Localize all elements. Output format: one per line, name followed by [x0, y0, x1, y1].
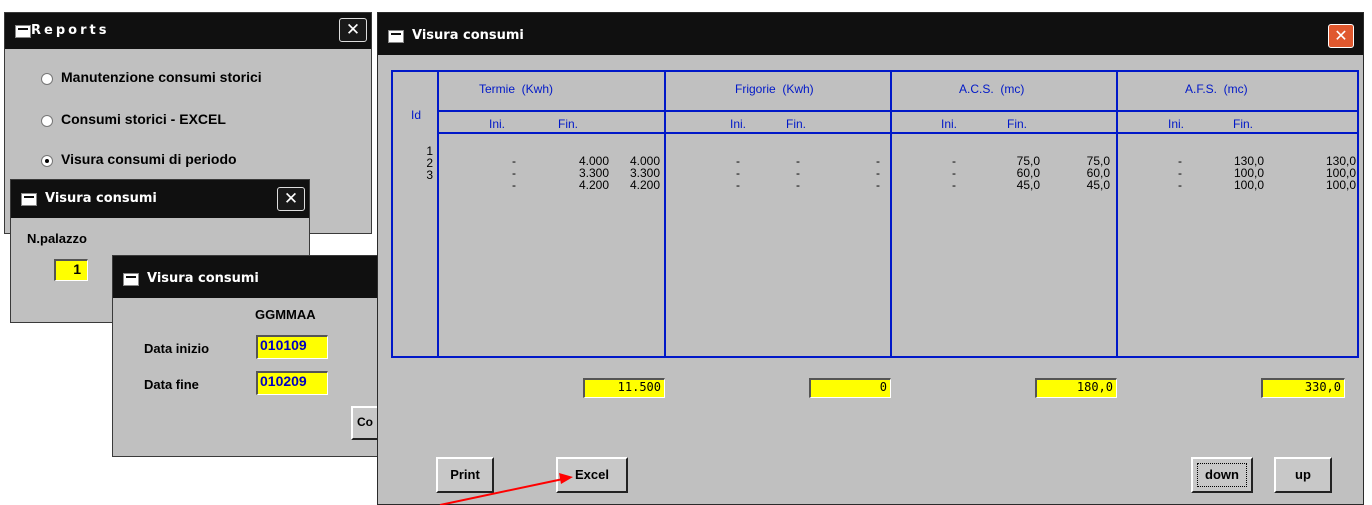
table-cell: - — [1178, 166, 1182, 180]
table-cell: 45,0 — [1016, 178, 1040, 192]
table-cell: - — [796, 166, 800, 180]
reports-title-bar: Reports ✕ — [5, 13, 371, 49]
col-fin: Fin. — [786, 117, 807, 131]
palazzo-input[interactable]: 1 — [54, 259, 88, 281]
radio-consumi-excel[interactable] — [41, 115, 53, 127]
table-cell: 4.200 — [578, 178, 609, 192]
table-cell: - — [512, 154, 516, 168]
close-icon[interactable]: ✕ — [339, 18, 367, 42]
table-cell: - — [952, 166, 956, 180]
radio-visura-periodo[interactable] — [41, 155, 53, 167]
table-cell: - — [512, 178, 516, 192]
main-title: Visura consumi — [412, 28, 524, 43]
total-frigorie: 0 — [809, 378, 891, 398]
grid-line — [439, 132, 1357, 134]
table-cell: - — [876, 178, 880, 192]
down-button[interactable]: down — [1191, 457, 1253, 493]
grid-line — [664, 72, 666, 356]
end-date-input[interactable]: 010209 — [256, 371, 328, 395]
table-cell: - — [952, 178, 956, 192]
table-cell: 4.200 — [629, 178, 660, 192]
grid-line — [439, 110, 1357, 112]
close-icon[interactable]: ✕ — [1328, 24, 1354, 48]
palazzo-title: Visura consumi — [45, 191, 157, 206]
table-cell: 100,0 — [1233, 178, 1264, 192]
reports-title: Reports — [31, 23, 110, 38]
format-label: GGMMAA — [255, 307, 316, 322]
table-cell: - — [1178, 154, 1182, 168]
table-cell: - — [876, 166, 880, 180]
down-button-label: down — [1197, 463, 1247, 487]
table-cell: - — [796, 178, 800, 192]
window-icon — [15, 25, 31, 38]
grid-line — [437, 72, 439, 356]
date-title: Visura consumi — [147, 271, 259, 286]
table-cell: - — [736, 154, 740, 168]
grid-line — [1116, 72, 1118, 356]
start-date-label: Data inizio — [144, 341, 210, 356]
col-ini: Ini. — [730, 117, 747, 131]
col-ini: Ini. — [1168, 117, 1185, 131]
id-header: Id — [411, 108, 422, 122]
table-cell: - — [796, 154, 800, 168]
window-icon — [21, 193, 37, 206]
window-icon — [388, 30, 404, 43]
excel-button[interactable]: Excel — [556, 457, 628, 493]
start-date-input[interactable]: 010109 — [256, 335, 328, 359]
group-header-frigorie: Frigorie (Kwh) — [735, 82, 814, 96]
group-header-afs: A.F.S. (mc) — [1185, 82, 1248, 96]
table-cell: - — [952, 154, 956, 168]
group-header-termie: Termie (Kwh) — [479, 82, 554, 96]
total-acs: 180,0 — [1035, 378, 1117, 398]
up-button[interactable]: up — [1274, 457, 1332, 493]
col-fin: Fin. — [1233, 117, 1254, 131]
total-termie: 11.500 — [583, 378, 665, 398]
col-fin: Fin. — [558, 117, 579, 131]
close-icon[interactable]: ✕ — [277, 187, 305, 211]
table-cell: 100,0 — [1325, 178, 1356, 192]
row-id: 3 — [426, 168, 433, 182]
option-label-visura-periodo[interactable]: Visura consumi di periodo — [61, 151, 237, 167]
col-fin: Fin. — [1007, 117, 1028, 131]
table-cell: - — [512, 166, 516, 180]
table-cell: 45,0 — [1086, 178, 1110, 192]
palazzo-label: N.palazzo — [27, 231, 87, 246]
main-title-bar: Visura consumi ✕ — [378, 13, 1363, 55]
window-icon — [123, 273, 139, 286]
palazzo-title-bar: Visura consumi ✕ — [11, 180, 309, 218]
date-title-bar: Visura consumi — [113, 256, 379, 298]
col-ini: Ini. — [489, 117, 506, 131]
table-cell: - — [736, 166, 740, 180]
radio-manutenzione[interactable] — [41, 73, 53, 85]
group-header-acs: A.C.S. (mc) — [959, 82, 1025, 96]
option-label-consumi-excel[interactable]: Consumi storici - EXCEL — [61, 111, 226, 127]
end-date-label: Data fine — [144, 377, 199, 392]
print-button[interactable]: Print — [436, 457, 494, 493]
consumption-grid: Id Termie (Kwh) Ini. Fin. Frigorie (Kwh)… — [391, 70, 1359, 358]
option-label-manutenzione[interactable]: Manutenzione consumi storici — [61, 69, 262, 85]
table-cell: - — [1178, 178, 1182, 192]
table-cell: - — [736, 178, 740, 192]
total-afs: 330,0 — [1261, 378, 1345, 398]
col-ini: Ini. — [941, 117, 958, 131]
grid-line — [890, 72, 892, 356]
table-cell: - — [876, 154, 880, 168]
date-window: Visura consumi GGMMAA Data inizio 010109… — [112, 255, 381, 457]
